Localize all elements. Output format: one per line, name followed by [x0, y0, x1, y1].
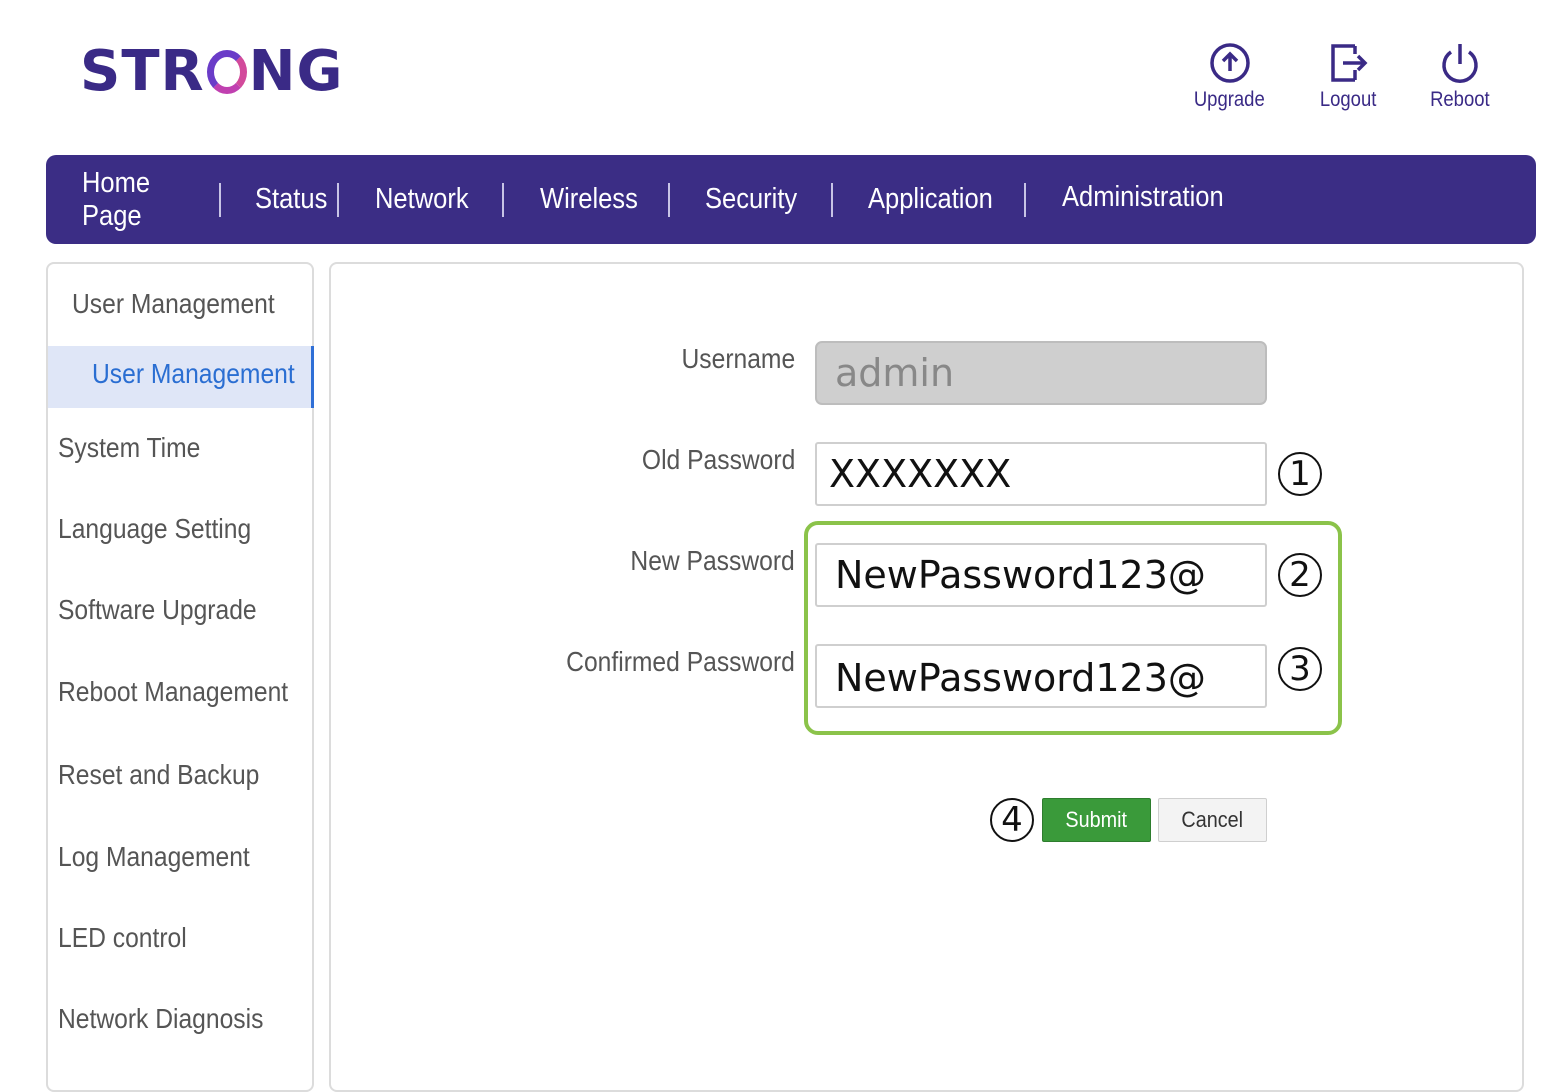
sidebar-item-system-time[interactable]: System Time [58, 432, 200, 464]
step-3-marker: 3 [1278, 647, 1322, 691]
username-label: Username [681, 343, 795, 374]
submit-button[interactable]: Submit [1042, 798, 1151, 842]
new-password-label: New Password [630, 545, 795, 576]
power-icon [1442, 44, 1478, 83]
sidebar-item-user-management[interactable]: User Management [48, 346, 314, 408]
nav-application[interactable]: Application [868, 183, 1005, 216]
upgrade-icon [1210, 43, 1250, 83]
cancel-button[interactable]: Cancel [1158, 798, 1267, 842]
nav-divider [831, 182, 833, 217]
logo-text-start: STR [80, 39, 205, 104]
upgrade-button[interactable]: Upgrade [1189, 40, 1270, 112]
confirmed-password-label: Confirmed Password [566, 646, 795, 677]
logout-icon [1331, 44, 1368, 82]
reboot-label: Reboot [1430, 88, 1490, 111]
nav-divider [337, 182, 339, 217]
username-field: admin [815, 341, 1267, 405]
sidebar-item-network-diagnosis[interactable]: Network Diagnosis [58, 1003, 263, 1035]
nav-security[interactable]: Security [705, 183, 816, 216]
sidebar-item-label: User Management [92, 358, 295, 389]
sidebar: User Management User Management System T… [46, 262, 314, 1092]
sidebar-item-led-control[interactable]: LED control [58, 922, 187, 954]
upgrade-label: Upgrade [1194, 88, 1266, 111]
strong-logo: STR NG [80, 40, 344, 104]
logout-button[interactable]: Logout [1316, 40, 1380, 112]
new-password-field[interactable]: NewPassword123@ [815, 543, 1267, 607]
nav-divider [502, 182, 504, 217]
old-password-field[interactable]: XXXXXXX [815, 442, 1267, 506]
sidebar-item-language-setting[interactable]: Language Setting [58, 513, 251, 545]
logo-text-end: NG [248, 39, 344, 104]
sidebar-group-user-management[interactable]: User Management [72, 288, 275, 320]
main-nav: Home Page Status Network Wireless Securi… [46, 155, 1536, 252]
nav-divider [219, 182, 221, 217]
top-actions: Upgrade Logout Reboot [1189, 40, 1494, 112]
nav-home-page[interactable]: Home Page [82, 167, 203, 233]
nav-divider [668, 182, 670, 217]
cancel-label: Cancel [1181, 807, 1244, 832]
reboot-button[interactable]: Reboot [1426, 40, 1494, 112]
step-1-marker: 1 [1278, 452, 1322, 496]
nav-wireless[interactable]: Wireless [540, 183, 653, 216]
sidebar-item-software-upgrade[interactable]: Software Upgrade [58, 594, 257, 626]
nav-status[interactable]: Status [255, 183, 327, 216]
step-4-marker: 4 [990, 798, 1034, 842]
old-password-label: Old Password [641, 444, 795, 475]
logo-ring-icon [206, 50, 247, 94]
confirmed-password-field[interactable]: NewPassword123@ [815, 644, 1267, 708]
sidebar-item-reboot-management[interactable]: Reboot Management [58, 676, 288, 708]
sidebar-item-reset-and-backup[interactable]: Reset and Backup [58, 759, 259, 791]
nav-network[interactable]: Network [375, 183, 487, 216]
logout-label: Logout [1319, 88, 1377, 111]
step-2-marker: 2 [1278, 553, 1322, 597]
sidebar-item-log-management[interactable]: Log Management [58, 841, 250, 873]
nav-divider [1024, 182, 1026, 217]
submit-label: Submit [1065, 807, 1128, 832]
nav-administration[interactable]: Administration [1040, 181, 1249, 252]
